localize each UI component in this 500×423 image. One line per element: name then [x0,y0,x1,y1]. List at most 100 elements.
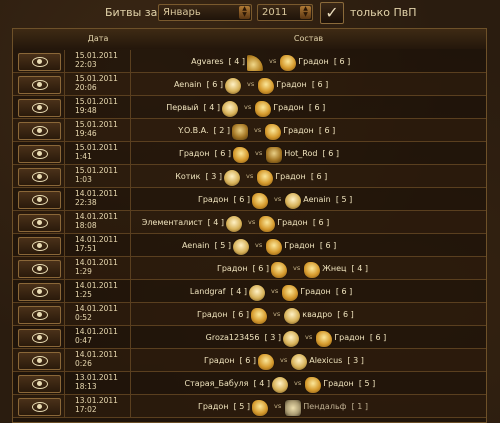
player-2-name[interactable]: Градон [298,50,329,73]
eye-icon [32,333,48,343]
battle-time: 1:41 [75,151,92,161]
vs-label: vs [244,103,252,111]
player-1-level: [ 2 ] [213,126,230,135]
player-1-level: [ 4 ] [228,57,245,66]
battle-time: 17:02 [75,404,97,414]
eye-pupil [37,151,42,156]
player-1-block: Aenain [ 5 ] [182,234,251,257]
view-battle-button[interactable] [18,237,61,255]
table-row: 15.01.2011 20:06 Aenain [ 6 ] vs Градон [ 6 … [13,73,486,96]
eye-pupil [37,266,42,271]
player-2-name[interactable]: Градон [284,234,315,257]
player-2-name[interactable]: Alexicus [309,349,342,372]
player-1-name[interactable]: Aenain [174,73,202,96]
player-2-level: [ 6 ] [333,57,351,66]
table-row: 14.01.2011 1:25 Landgraf [ 4 ] vs Градон [ 6… [13,280,486,303]
vs-label: vs [273,310,281,318]
player-1-level: [ 4 ] [230,287,247,296]
player-1-name[interactable]: Landgraf [190,280,226,303]
view-battle-button[interactable] [18,168,61,186]
date-cell: 14.01.2011 0:47 [65,326,131,349]
player-2-level: [ 6 ] [311,80,329,89]
player-1-name[interactable]: Groza123456 [206,326,260,349]
view-battle-button[interactable] [18,191,61,209]
player-2-name[interactable]: Градон [277,211,308,234]
player-1-level: [ 3 ] [264,333,281,342]
player-2-name[interactable]: Градон [273,96,304,119]
player-1-name[interactable]: Старая_Бабуля [185,372,249,395]
view-battle-button[interactable] [18,375,61,393]
view-battle-button[interactable] [18,283,61,301]
view-battle-button[interactable] [18,260,61,278]
player-1-name[interactable]: Котик [175,165,200,188]
player-2-name[interactable]: Градон [334,326,365,349]
player-1-block: Groza123456 [ 3 ] [206,326,301,349]
player-2-name[interactable]: Градон [275,165,306,188]
player-2-name[interactable]: квадро [302,303,332,326]
table-row: 14.01.2011 0:52 Градон [ 6 ] vs квадро [ 6 ] [13,303,486,326]
player-2-block: vs Градон [ 5 ] [292,372,375,395]
player-2-name[interactable]: Градон [283,119,314,142]
month-select[interactable]: Январь ▲ ▼ [158,4,252,21]
table-row: 14.01.2011 22:38 Градон [ 6 ] vs Aenain [ 5 … [13,188,486,211]
view-battle-button[interactable] [18,398,61,416]
view-battle-button[interactable] [18,329,61,347]
player-1-name[interactable]: Градон [198,395,229,418]
player-2-level: [ 6 ] [369,333,387,342]
faction-bird-icon [259,216,276,232]
spinner-arrows-icon[interactable]: ▲ ▼ [239,6,250,19]
view-battle-button[interactable] [18,214,61,232]
table-row: 15.01.2011 22:03 Agvares [ 4 ] vs Градон [ 6… [13,50,486,73]
view-battle-button[interactable] [18,53,61,71]
faction-cross-icon [285,400,302,416]
battle-time: 1:29 [75,266,92,276]
date-cell: 14.01.2011 18:08 [65,211,131,234]
eye-icon [32,264,48,274]
player-2-name[interactable]: Aenain [303,188,331,211]
player-2-block: vs Градон [ 6 ] [246,211,329,234]
player-1-name[interactable]: Первый [166,96,198,119]
player-2-name[interactable]: Жнец [322,257,346,280]
player-1-name[interactable]: Градон [197,303,228,326]
player-2-name[interactable]: Hot_Rod [284,142,317,165]
year-select[interactable]: 2011 ▲ ▼ [257,4,313,21]
player-2-name[interactable]: Пендальф [303,395,346,418]
date-cell: 14.01.2011 1:25 [65,280,131,303]
player-2-name[interactable]: Градон [323,372,354,395]
player-1-name[interactable]: Y.O.B.A. [178,119,208,142]
player-1-level: [ 4 ] [207,218,224,227]
player-1-block: Градон [ 6 ] [179,142,251,165]
view-battle-button[interactable] [18,76,61,94]
player-2-name[interactable]: Градон [300,280,331,303]
spinner-arrows-icon[interactable]: ▲ ▼ [300,6,311,19]
player-1-name[interactable]: Градон [217,257,248,280]
eye-pupil [37,243,42,248]
player-1-name[interactable]: Градон [204,349,235,372]
player-2-name[interactable]: Градон [276,73,307,96]
view-battle-button[interactable] [18,122,61,140]
player-1-block: Котик [ 3 ] [175,165,242,188]
view-battle-button[interactable] [18,352,61,370]
view-battle-button[interactable] [18,306,61,324]
view-battle-button[interactable] [18,99,61,117]
player-1-name[interactable]: Градон [179,142,210,165]
pvp-only-checkbox[interactable]: ✓ [320,2,344,24]
eye-pupil [37,404,42,409]
table-row: 15.01.2011 19:48 Первый [ 4 ] vs Градон [ 6 … [13,96,486,119]
player-2-block: vs Aenain [ 5 ] [272,188,352,211]
view-cell [13,188,65,211]
player-1-level: [ 6 ] [239,356,256,365]
player-1-name[interactable]: Agvares [191,50,223,73]
vs-label: vs [293,264,301,272]
date-cell: 14.01.2011 22:38 [65,188,131,211]
view-battle-button[interactable] [18,145,61,163]
player-1-name[interactable]: Элементалист [142,211,203,234]
vs-label: vs [247,80,255,88]
eye-icon [32,172,48,182]
player-1-name[interactable]: Градон [198,188,229,211]
vs-label: vs [271,287,279,295]
faction-bird-icon [271,262,287,278]
player-2-block: vs Градон [ 6 ] [303,326,386,349]
view-cell [13,280,65,303]
player-1-name[interactable]: Aenain [182,234,210,257]
